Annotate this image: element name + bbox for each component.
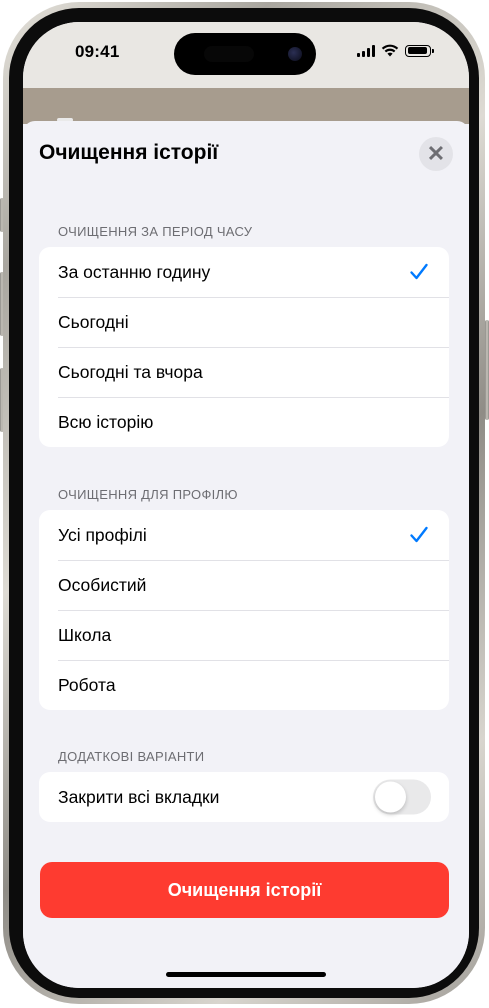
time-range-header: ОЧИЩЕННЯ ЗА ПЕРІОД ЧАСУ bbox=[58, 224, 253, 239]
close-icon: ✕ bbox=[426, 141, 446, 166]
cellular-signal-icon bbox=[357, 44, 375, 57]
close-button[interactable]: ✕ bbox=[419, 137, 453, 171]
battery-icon bbox=[405, 44, 434, 57]
extra-options-group: Закрити всі вкладки bbox=[39, 772, 449, 822]
background-header-band bbox=[23, 88, 469, 124]
checkmark-icon bbox=[410, 526, 428, 543]
wifi-icon bbox=[381, 44, 399, 57]
close-all-tabs-toggle[interactable] bbox=[373, 779, 431, 815]
profiles-group: Усі профілі Особистий Школа Робота bbox=[39, 510, 449, 710]
status-icons bbox=[357, 44, 434, 57]
checkmark-icon bbox=[410, 263, 428, 280]
option-label: Усі профілі bbox=[58, 524, 147, 545]
close-all-tabs-row: Закрити всі вкладки bbox=[39, 772, 449, 822]
extra-options-header: ДОДАТКОВІ ВАРІАНТИ bbox=[58, 749, 205, 764]
front-camera-icon bbox=[288, 47, 302, 61]
time-range-option-today-yesterday[interactable]: Сьогодні та вчора bbox=[39, 347, 449, 397]
option-label: Робота bbox=[58, 674, 116, 695]
profile-option-work[interactable]: Робота bbox=[39, 660, 449, 710]
option-label: Сьогодні bbox=[58, 311, 129, 332]
profiles-header: ОЧИЩЕННЯ ДЛЯ ПРОФІЛЮ bbox=[58, 487, 238, 502]
profile-option-personal[interactable]: Особистий bbox=[39, 560, 449, 610]
profile-option-all[interactable]: Усі профілі bbox=[39, 510, 449, 560]
toggle-knob bbox=[375, 781, 406, 813]
clear-history-button[interactable]: Очищення історії bbox=[40, 862, 449, 918]
option-label: Школа bbox=[58, 624, 112, 645]
time-range-option-today[interactable]: Сьогодні bbox=[39, 297, 449, 347]
time-range-option-all-history[interactable]: Всю історію bbox=[39, 397, 449, 447]
home-indicator[interactable] bbox=[166, 972, 326, 977]
status-time: 09:41 bbox=[75, 42, 120, 61]
option-label: За останню годину bbox=[58, 261, 211, 282]
dynamic-island bbox=[174, 33, 316, 75]
option-label: Всю історію bbox=[58, 411, 154, 432]
option-label: Особистий bbox=[58, 574, 147, 595]
clear-history-sheet: Очищення історії ✕ ОЧИЩЕННЯ ЗА ПЕРІОД ЧА… bbox=[23, 121, 469, 988]
option-label: Сьогодні та вчора bbox=[58, 361, 203, 382]
close-all-tabs-label: Закрити всі вкладки bbox=[58, 786, 220, 807]
face-id-sensor bbox=[204, 46, 254, 62]
sheet-title: Очищення історії bbox=[39, 141, 219, 164]
screen: 09:41 Очищення історії ✕ ОЧИЩЕННЯ ЗА ПЕР… bbox=[23, 22, 469, 988]
profile-option-school[interactable]: Школа bbox=[39, 610, 449, 660]
power-button bbox=[485, 320, 489, 420]
time-range-option-last-hour[interactable]: За останню годину bbox=[39, 247, 449, 297]
time-range-group: За останню годину Сьогодні Сьогодні та в… bbox=[39, 247, 449, 447]
